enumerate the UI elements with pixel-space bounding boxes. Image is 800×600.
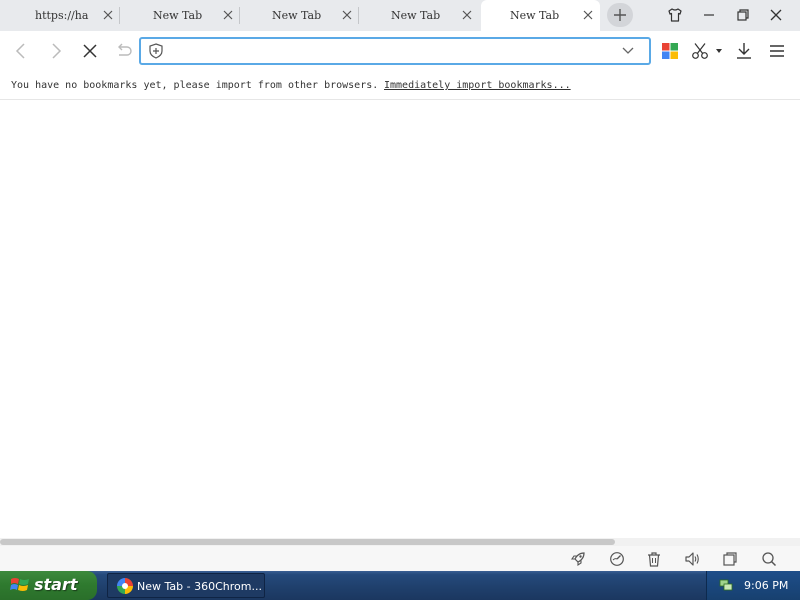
tab-title: New Tab <box>272 9 322 22</box>
stop-icon <box>83 44 97 58</box>
no-bookmarks-message: You have no bookmarks yet, please import… <box>11 80 379 91</box>
window-mode-button[interactable] <box>721 550 739 568</box>
windows-flag-icon <box>10 578 29 591</box>
address-input[interactable] <box>169 41 609 61</box>
magnifier-icon <box>762 552 777 567</box>
restore-icon <box>737 9 749 21</box>
tab-close-icon[interactable] <box>582 9 594 21</box>
undo-icon <box>118 43 132 56</box>
close-icon <box>770 9 782 21</box>
screenshot-button[interactable] <box>688 39 726 63</box>
speedometer-icon <box>610 552 624 566</box>
sound-button[interactable] <box>683 550 701 568</box>
status-bar <box>0 546 800 571</box>
browser-app-icon <box>117 578 133 594</box>
start-label: start <box>34 575 78 594</box>
scissors-icon <box>692 43 708 59</box>
clear-data-button[interactable] <box>645 550 663 568</box>
start-button[interactable]: start <box>0 571 97 600</box>
page-content <box>0 100 800 538</box>
taskbar-window-title: New Tab - 360Chrom... <box>137 580 261 593</box>
download-button[interactable] <box>732 39 756 63</box>
window-icon <box>723 552 737 566</box>
minimize-button[interactable] <box>697 4 721 26</box>
arrow-right-icon <box>52 43 62 59</box>
address-bar[interactable] <box>139 37 651 65</box>
zoom-button[interactable] <box>760 550 778 568</box>
forward-button[interactable] <box>45 40 67 62</box>
clock[interactable]: 9:06 PM <box>744 579 788 592</box>
scrollbar-thumb[interactable] <box>0 539 615 545</box>
minimize-icon <box>704 14 714 16</box>
accelerate-button[interactable] <box>569 550 587 568</box>
apps-button[interactable] <box>658 39 682 63</box>
taskbar: start New Tab - 360Chrom... 9:06 PM <box>0 571 800 600</box>
arrow-left-icon <box>15 43 25 59</box>
tab-title: https://ha <box>35 9 89 22</box>
apps-grid-icon <box>662 43 678 59</box>
tab[interactable]: New Tab <box>240 0 359 31</box>
tab-active[interactable]: New Tab <box>481 0 600 31</box>
plus-icon <box>614 9 626 21</box>
tab[interactable]: New Tab <box>359 0 479 31</box>
trash-icon <box>648 552 660 567</box>
bookmark-bar: You have no bookmarks yet, please import… <box>0 71 800 100</box>
horizontal-scrollbar[interactable] <box>0 538 800 546</box>
tab-close-icon[interactable] <box>102 9 114 21</box>
chevron-down-icon <box>716 49 722 53</box>
toolbar <box>0 31 800 71</box>
undo-close-tab-button[interactable] <box>113 40 135 62</box>
download-icon <box>737 43 751 59</box>
speaker-icon <box>685 552 699 566</box>
tab-close-icon[interactable] <box>222 9 234 21</box>
menu-icon <box>770 45 784 57</box>
new-tab-button[interactable] <box>607 3 633 27</box>
back-button[interactable] <box>10 40 32 62</box>
restore-button[interactable] <box>731 4 755 26</box>
tab-title: New Tab <box>153 9 203 22</box>
shirt-icon <box>668 8 682 22</box>
tab-title: New Tab <box>391 9 441 22</box>
tab[interactable]: https://ha <box>0 0 120 31</box>
skin-button[interactable] <box>663 4 687 26</box>
network-icon[interactable] <box>719 578 733 592</box>
menu-button[interactable] <box>765 39 789 63</box>
tab-strip: https://ha New Tab New Tab New Tab New T… <box>0 0 800 31</box>
tab-title: New Tab <box>510 9 560 22</box>
shield-icon[interactable] <box>148 43 164 59</box>
rocket-icon <box>570 552 585 567</box>
tab-close-icon[interactable] <box>461 9 473 21</box>
import-bookmarks-link[interactable]: Immediately import bookmarks... <box>384 80 571 91</box>
chevron-down-icon[interactable] <box>621 45 635 57</box>
speed-button[interactable] <box>608 550 626 568</box>
close-window-button[interactable] <box>764 4 788 26</box>
tab[interactable]: New Tab <box>120 0 240 31</box>
taskbar-window-button[interactable]: New Tab - 360Chrom... <box>107 573 265 598</box>
stop-button[interactable] <box>79 40 101 62</box>
system-tray: 9:06 PM <box>706 571 800 600</box>
tab-close-icon[interactable] <box>341 9 353 21</box>
